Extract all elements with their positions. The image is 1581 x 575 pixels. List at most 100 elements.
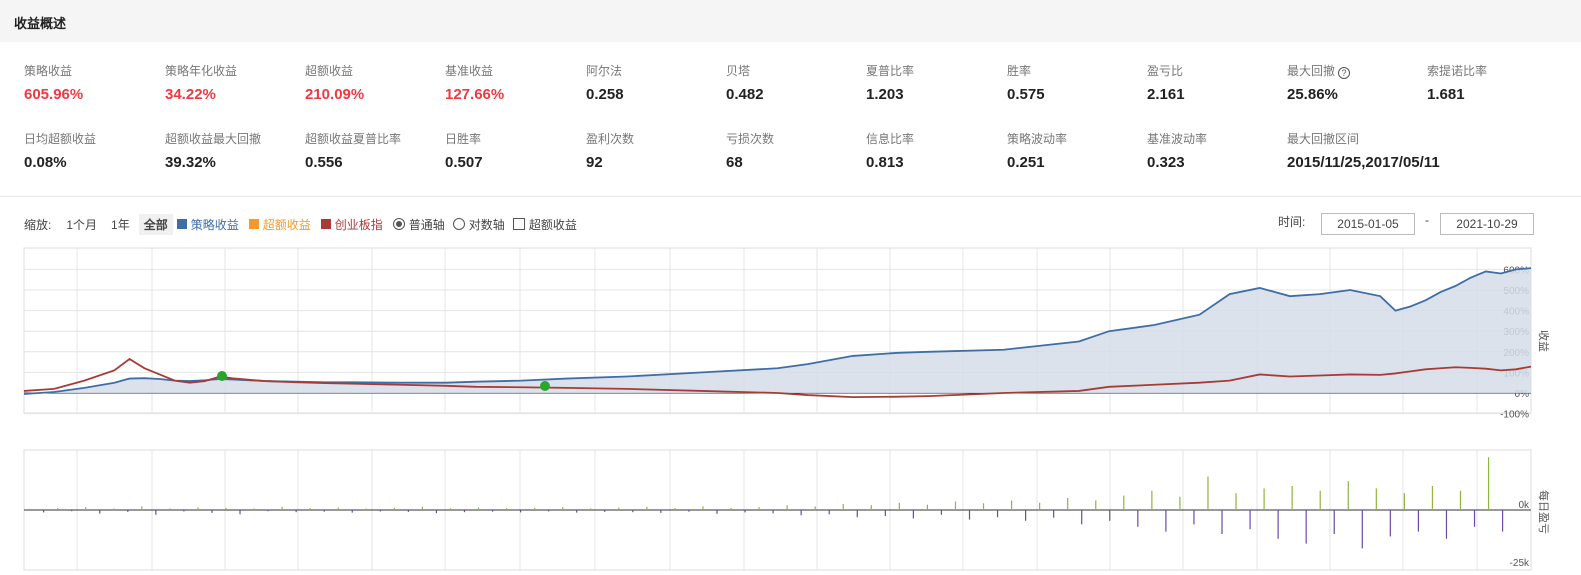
daily-pnl-bar [463,510,466,513]
daily-pnl-bar [758,507,760,510]
daily-pnl-bar [1333,510,1335,534]
daily-pnl-bar [365,508,367,510]
daily-pnl-bar [1151,490,1153,510]
daily-pnl-bar [1109,510,1111,521]
daily-pnl-bar [884,510,886,516]
daily-pnl-bar [1137,510,1139,527]
daily-pnl-bar [295,510,297,513]
daily-pnl-bar [351,510,353,513]
daily-pnl-bar [43,510,45,513]
daily-pnl-bar [1010,500,1013,510]
daily-pnl-bar [1039,502,1041,510]
daily-pnl-bar [169,508,171,510]
daily-pnl-bar [1235,493,1237,510]
daily-pnl-bar [183,510,185,512]
marker-point [540,381,550,391]
daily-pnl-bar [477,507,480,510]
daily-pnl-bar [449,508,452,510]
daily-pnl-bar [800,510,802,516]
daily-pnl-bar [702,506,704,510]
daily-pnl-bar [281,506,283,510]
daily-pnl-bar [954,501,957,510]
daily-pnl-bar [1291,486,1293,510]
daily-pnl-bar [1123,495,1125,510]
daily-pnl-bar [1417,510,1420,532]
daily-pnl-bar [1081,510,1083,525]
daily-pnl-bar [29,508,31,510]
daily-pnl-bar [968,510,971,520]
daily-pnl-bar [1207,476,1209,510]
daily-pnl-bar [982,503,985,510]
daily-pnl-bar [716,510,718,514]
daily-pnl-bar [85,507,87,510]
daily-pnl-bar [842,504,844,510]
daily-pnl-bar [1067,498,1069,510]
daily-pnl-bar [688,510,690,512]
daily-pnl-bar [828,510,830,515]
daily-pnl-bar [1305,510,1307,544]
daily-pnl-bar [71,510,73,512]
daily-pnl-bar [814,506,816,510]
daily-pnl-bar [407,510,409,512]
daily-pnl-bar [505,508,508,510]
daily-pnl-bar [393,507,395,510]
bar-y-tick-label: -25k [1510,558,1530,569]
daily-pnl-bar [211,510,213,513]
daily-pnl-bar [225,507,227,510]
daily-pnl-bar [421,506,423,510]
daily-pnl-bar [323,510,325,512]
daily-pnl-bar [744,510,746,513]
marker-point [217,371,227,381]
daily-pnl-bar [1403,493,1405,510]
daily-pnl-bar [519,510,522,513]
daily-pnl-bar [141,506,143,510]
bar-y-tick-label: 0k [1518,500,1530,511]
daily-pnl-bar [197,507,199,510]
daily-pnl-bar [435,510,438,514]
daily-pnl-bar [239,510,241,515]
daily-pnl-bar [534,507,536,510]
daily-pnl-bar [590,508,592,510]
daily-pnl-bar [491,510,494,512]
daily-pnl-bar [926,504,929,510]
daily-pnl-bar [940,510,943,515]
daily-pnl-bar [155,510,157,515]
bar-y-axis-label: 每日盈亏 [1537,490,1551,534]
daily-pnl-bar [1277,510,1279,539]
daily-pnl-bar [1361,510,1363,549]
daily-pnl-bar [57,508,59,510]
daily-pnl-bar [898,502,900,510]
daily-pnl-bar [1249,510,1251,530]
daily-pnl-bar [604,510,606,512]
daily-pnl-bar [1431,486,1434,510]
daily-pnl-bar [660,510,662,513]
y-axis-label: 收益 [1537,330,1551,352]
daily-pnl-bar [548,510,550,512]
daily-pnl-bar [786,505,788,510]
daily-pnl-bar [1025,510,1027,521]
daily-pnl-bar [562,507,564,510]
daily-pnl-bar [337,507,339,510]
daily-pnl-bar [253,508,255,510]
daily-pnl-bar [1095,500,1097,510]
daily-pnl-bar [996,510,999,518]
daily-pnl-bar [1221,510,1223,534]
daily-pnl-bar [1445,510,1448,539]
y-tick-label: -100% [1500,410,1529,421]
daily-pnl-bar [1347,481,1349,510]
daily-pnl-bar [1501,510,1504,532]
daily-pnl-bar [632,510,634,513]
daily-pnl-bar [1389,510,1391,537]
daily-pnl-bar [730,507,732,510]
returns-chart: 600%500%400%300%200%100%0%-100%收益0k-25k每… [23,247,1551,571]
daily-pnl-bar [576,510,578,513]
daily-pnl-bar [379,510,381,512]
daily-pnl-bar [646,506,648,510]
daily-pnl-bar [99,510,101,514]
daily-pnl-bar [309,508,311,510]
daily-pnl-bar [1193,510,1195,525]
daily-pnl-bar [912,510,914,519]
daily-pnl-bar [1165,510,1167,532]
daily-pnl-bar [1473,510,1476,527]
daily-pnl-bar [113,508,115,510]
